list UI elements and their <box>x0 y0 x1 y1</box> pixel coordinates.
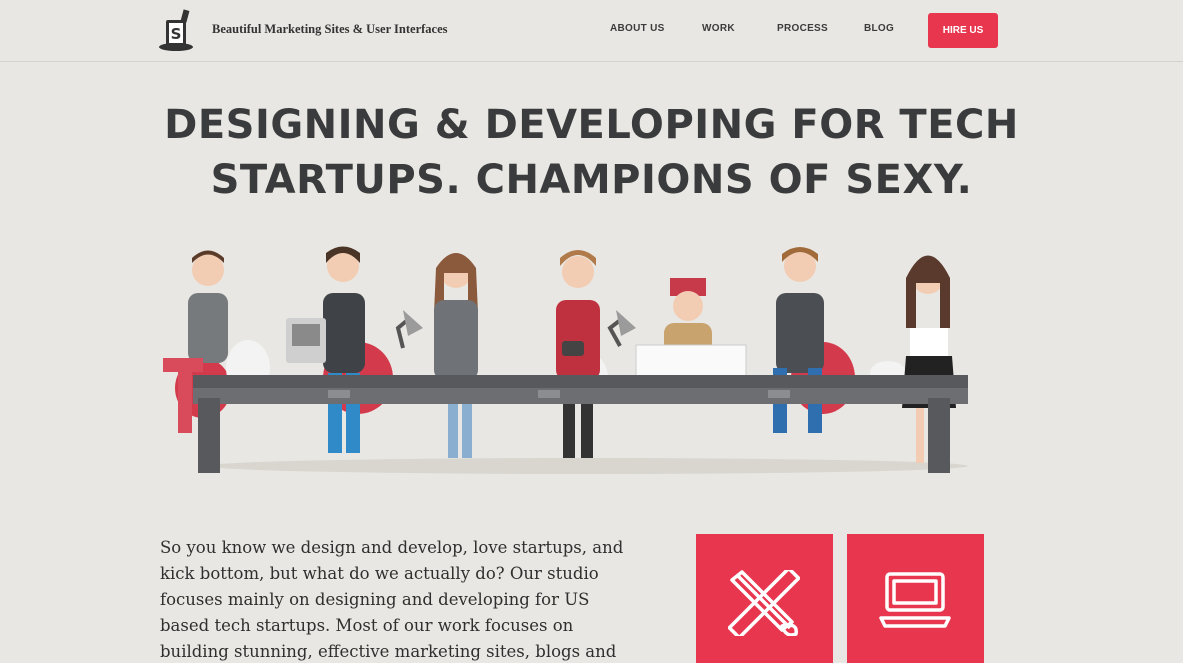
nav-process[interactable]: PROCESS <box>777 23 828 34</box>
intro-paragraph: So you know we design and develop, love … <box>160 538 624 661</box>
headline-line-2: STARTUPS. CHAMPIONS OF SEXY. <box>210 157 973 203</box>
ruler-brush-icon <box>728 570 800 636</box>
team-illustration <box>163 246 968 474</box>
nav-work[interactable]: WORK <box>702 23 735 34</box>
site-header: S Beautiful Marketing Sites & User Inter… <box>0 0 1183 62</box>
laptop-icon <box>879 572 951 628</box>
nav-blog[interactable]: BLOG <box>864 23 894 34</box>
headline-line-1: DESIGNING & DEVELOPING FOR TECH <box>164 102 1019 148</box>
site-tagline: Beautiful Marketing Sites & User Interfa… <box>212 22 448 36</box>
hire-us-button[interactable]: HIRE US <box>928 13 998 48</box>
hero-headline: DESIGNING & DEVELOPING FOR TECH STARTUPS… <box>0 98 1183 208</box>
service-tile-develop[interactable] <box>847 534 984 663</box>
service-tile-design[interactable] <box>696 534 833 663</box>
svg-text:S: S <box>171 25 182 43</box>
nav-about-us[interactable]: ABOUT US <box>610 23 665 34</box>
logo-icon[interactable]: S <box>158 8 198 52</box>
